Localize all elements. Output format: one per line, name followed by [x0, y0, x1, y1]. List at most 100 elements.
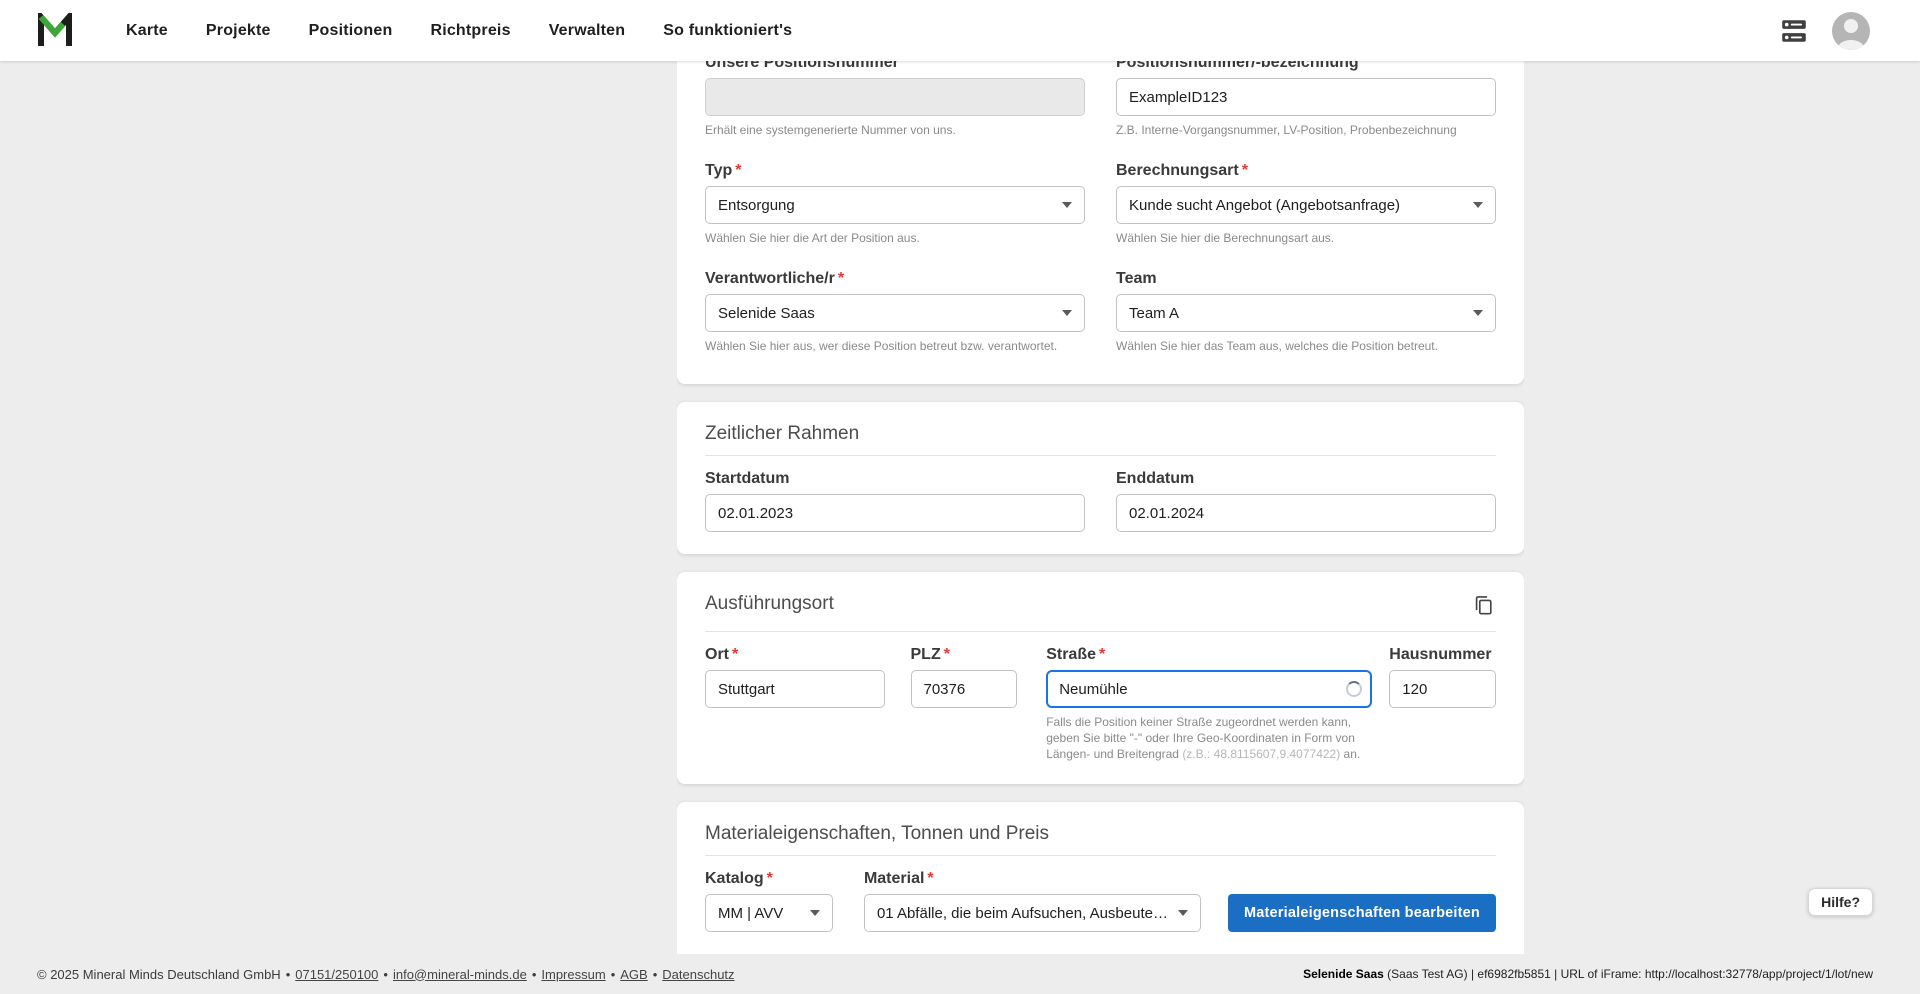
avatar-person-icon — [1844, 19, 1858, 33]
mineral-minds-logo[interactable] — [37, 11, 85, 51]
required-marker: * — [927, 870, 933, 887]
navbar-right-actions — [1778, 12, 1870, 50]
hausnummer-input[interactable] — [1389, 670, 1496, 708]
nav-item-so-funktionierts[interactable]: So funktioniert's — [644, 22, 811, 40]
field-position-number: Positionsnummer/-bezeichnung Z.B. Intern… — [1116, 61, 1496, 138]
dropdown-arrow-icon — [1178, 910, 1188, 916]
field-katalog: Katalog* MM | AVV — [705, 870, 833, 932]
material-select[interactable]: 01 Abfälle, die beim Aufsuchen, Ausbeute… — [864, 894, 1201, 932]
field-hausnummer: Hausnummer — [1389, 646, 1496, 762]
dropdown-arrow-icon — [1062, 310, 1072, 316]
required-marker: * — [944, 646, 950, 663]
dropdown-arrow-icon — [810, 910, 820, 916]
field-plz: PLZ* — [911, 646, 1018, 762]
help-button[interactable]: Hilfe? — [1808, 888, 1873, 916]
berechnungsart-select[interactable]: Kunde sucht Angebot (Angebotsanfrage) — [1116, 186, 1496, 224]
card-zeitlicher-rahmen: Zeitlicher Rahmen Startdatum Enddatum — [677, 402, 1524, 554]
section-title-zeitlicher-rahmen: Zeitlicher Rahmen — [705, 422, 1496, 445]
field-material: Material* 01 Abfälle, die beim Aufsuchen… — [864, 870, 1201, 932]
nav-item-verwalten[interactable]: Verwalten — [530, 22, 645, 40]
verantwortlicher-select[interactable]: Selenide Saas — [705, 294, 1085, 332]
required-marker: * — [735, 162, 741, 179]
session-user-name: Selenide Saas — [1303, 967, 1384, 981]
footer-link-phone[interactable]: 07151/250100 — [295, 967, 378, 982]
card-general-data: Unsere Positionsnummer Erhält eine syste… — [677, 61, 1524, 384]
section-title-material: Materialeigenschaften, Tonnen und Preis — [705, 822, 1496, 845]
page-footer: © 2025 Mineral Minds Deutschland GmbH•07… — [0, 954, 1920, 994]
copy-address-button[interactable] — [1470, 592, 1496, 621]
verantwortlicher-helper: Wählen Sie hier aus, wer diese Position … — [705, 338, 1085, 354]
position-number-label: Positionsnummer/-bezeichnung — [1116, 61, 1359, 71]
main-navigation: Karte Projekte Positionen Richtpreis Ver… — [107, 22, 811, 40]
required-marker: * — [767, 870, 773, 887]
card-ausfuehrungsort: Ausführungsort Ort* PLZ* — [677, 572, 1524, 784]
footer-legal: © 2025 Mineral Minds Deutschland GmbH•07… — [37, 967, 735, 982]
section-divider — [705, 855, 1496, 856]
our-position-number-helper: Erhält eine systemgenerierte Nummer von … — [705, 122, 1085, 138]
verantwortlicher-label: Verantwortliche/r — [705, 270, 835, 287]
nav-item-karte[interactable]: Karte — [107, 22, 187, 40]
dropdown-arrow-icon — [1473, 310, 1483, 316]
footer-link-datenschutz[interactable]: Datenschutz — [662, 967, 734, 982]
required-marker: * — [1242, 162, 1248, 179]
ort-label: Ort — [705, 646, 729, 663]
footer-link-email[interactable]: info@mineral-minds.de — [393, 967, 527, 982]
footer-link-agb[interactable]: AGB — [620, 967, 647, 982]
berechnungsart-label: Berechnungsart — [1116, 162, 1239, 179]
dns-icon — [1779, 16, 1809, 46]
strasse-input[interactable] — [1046, 670, 1372, 708]
position-number-input[interactable] — [1116, 78, 1496, 116]
dropdown-arrow-icon — [1062, 202, 1072, 208]
nav-item-projekte[interactable]: Projekte — [187, 22, 290, 40]
lot-form-content: Unsere Positionsnummer Erhält eine syste… — [677, 61, 1524, 954]
section-divider — [705, 455, 1496, 456]
user-avatar[interactable] — [1832, 12, 1870, 50]
plz-input[interactable] — [911, 670, 1018, 708]
required-marker: * — [1099, 646, 1105, 663]
copy-icon — [1472, 594, 1494, 616]
hausnummer-label: Hausnummer — [1389, 646, 1491, 663]
katalog-select[interactable]: MM | AVV — [705, 894, 833, 932]
edit-material-properties-button[interactable]: Materialeigenschaften bearbeiten — [1228, 894, 1496, 932]
plz-label: PLZ — [911, 646, 941, 663]
berechnungsart-helper: Wählen Sie hier die Berechnungsart aus. — [1116, 230, 1496, 246]
strasse-label: Straße — [1046, 646, 1096, 663]
footer-session-info: Selenide Saas (Saas Test AG) | ef6982fb5… — [1303, 967, 1873, 981]
field-enddatum: Enddatum — [1116, 470, 1496, 532]
field-our-position-number: Unsere Positionsnummer Erhält eine syste… — [705, 61, 1085, 138]
our-position-number-input — [705, 78, 1085, 116]
katalog-label: Katalog — [705, 870, 764, 887]
logo-m-icon — [37, 13, 81, 49]
dropdown-arrow-icon — [1473, 202, 1483, 208]
top-navbar: Karte Projekte Positionen Richtpreis Ver… — [0, 0, 1920, 61]
session-details: (Saas Test AG) | ef6982fb5851 | URL of i… — [1384, 967, 1873, 981]
typ-label: Typ — [705, 162, 732, 179]
copyright-text: © 2025 Mineral Minds Deutschland GmbH — [37, 967, 281, 982]
typ-select[interactable]: Entsorgung — [705, 186, 1085, 224]
nav-item-positionen[interactable]: Positionen — [290, 22, 412, 40]
typ-helper: Wählen Sie hier die Art der Position aus… — [705, 230, 1085, 246]
field-ort: Ort* — [705, 646, 885, 762]
required-marker: * — [732, 646, 738, 663]
server-terminal-icon[interactable] — [1778, 16, 1810, 46]
startdatum-input[interactable] — [705, 494, 1085, 532]
enddatum-input[interactable] — [1116, 494, 1496, 532]
footer-link-impressum[interactable]: Impressum — [541, 967, 605, 982]
team-helper: Wählen Sie hier das Team aus, welches di… — [1116, 338, 1496, 354]
strasse-helper: Falls die Position keiner Straße zugeord… — [1046, 714, 1372, 762]
nav-item-richtpreis[interactable]: Richtpreis — [411, 22, 529, 40]
field-strasse: Straße* Falls die Position keiner Straße… — [1046, 646, 1372, 762]
field-berechnungsart: Berechnungsart* Kunde sucht Angebot (Ang… — [1116, 162, 1496, 246]
field-startdatum: Startdatum — [705, 470, 1085, 532]
card-material: Materialeigenschaften, Tonnen und Preis … — [677, 802, 1524, 954]
team-label: Team — [1116, 270, 1157, 287]
team-select[interactable]: Team A — [1116, 294, 1496, 332]
ort-input[interactable] — [705, 670, 885, 708]
material-label: Material — [864, 870, 924, 887]
enddatum-label: Enddatum — [1116, 470, 1194, 487]
field-typ: Typ* Entsorgung Wählen Sie hier die Art … — [705, 162, 1085, 246]
field-team: Team Team A Wählen Sie hier das Team aus… — [1116, 270, 1496, 354]
our-position-number-label: Unsere Positionsnummer — [705, 61, 899, 71]
section-title-ausfuehrungsort: Ausführungsort — [705, 592, 834, 615]
section-divider — [705, 631, 1496, 632]
